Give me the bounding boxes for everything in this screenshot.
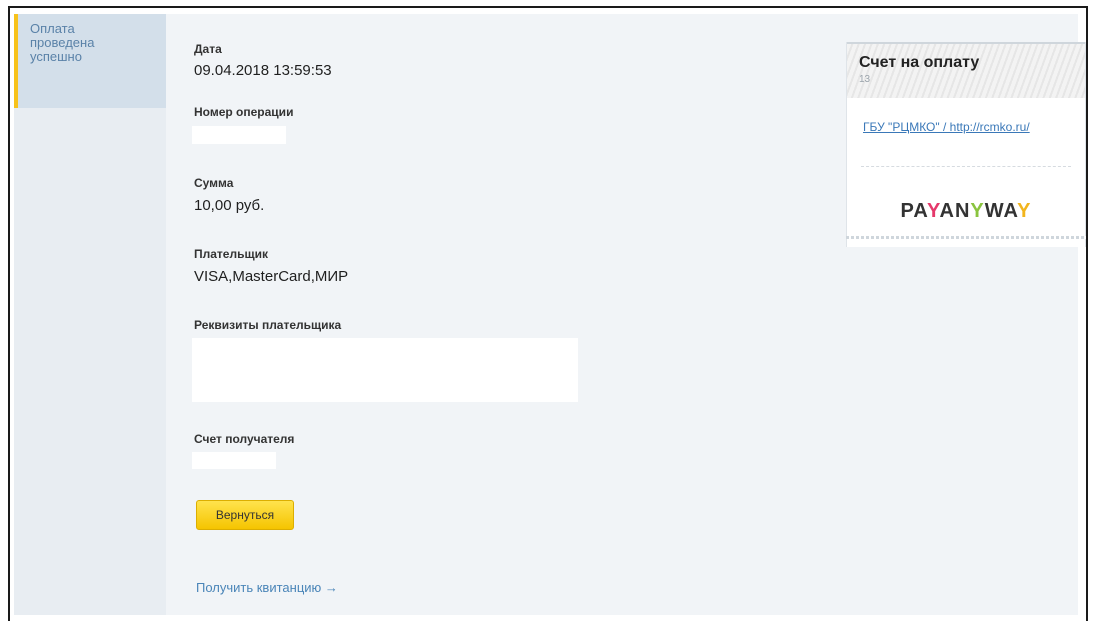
amount-label: Сумма	[194, 176, 234, 190]
sidebar: Оплата проведена успешно	[14, 14, 166, 615]
invoice-ticket: Счет на оплату 13 ГБУ "РЦМКО" / http://r…	[846, 42, 1086, 247]
logo-part-an: AN	[939, 200, 971, 222]
invoice-number: 13	[859, 74, 871, 85]
payer-details-redacted	[192, 338, 578, 402]
logo-part-pa: PA	[900, 200, 927, 222]
invoice-title: Счет на оплату	[859, 54, 980, 71]
recipient-account-label: Счет получателя	[194, 432, 295, 446]
payer-details-label: Реквизиты плательщика	[194, 318, 342, 332]
recipient-account-redacted	[192, 452, 276, 469]
invoice-divider	[861, 166, 1071, 167]
sidebar-step-payment-success: Оплата проведена успешно	[14, 14, 166, 108]
operation-number-redacted	[192, 126, 286, 144]
invoice-torn-edge	[846, 236, 1086, 239]
get-receipt-link[interactable]: Получить квитанцию →	[196, 580, 338, 595]
date-label: Дата	[194, 42, 222, 56]
logo-part-wa: WA	[984, 200, 1018, 222]
payanyway-logo: PAYANYWAY	[847, 200, 1085, 223]
logo-part-y3: Y	[1017, 200, 1032, 222]
invoice-header: Счет на оплату 13	[847, 42, 1085, 98]
operation-number-label: Номер операции	[194, 105, 294, 119]
amount-value: 10,00 руб.	[194, 197, 265, 214]
payer-value: VISA,MasterCard,МИР	[194, 268, 349, 285]
back-button[interactable]: Вернуться	[196, 500, 294, 530]
logo-part-y1: Y	[926, 200, 940, 222]
payer-label: Плательщик	[194, 247, 268, 261]
merchant-link[interactable]: ГБУ "РЦМКО" / http://rcmko.ru/	[863, 120, 1030, 134]
logo-part-y2: Y	[970, 200, 985, 222]
date-value: 09.04.2018 13:59:53	[194, 62, 332, 79]
